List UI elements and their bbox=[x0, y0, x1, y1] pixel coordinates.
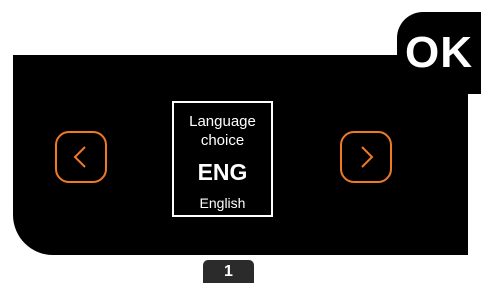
page-indicator: 1 bbox=[203, 260, 254, 283]
language-name: English bbox=[199, 195, 246, 211]
chevron-right-icon bbox=[361, 146, 374, 168]
language-choice-panel: Language choice ENG English bbox=[172, 101, 273, 217]
previous-language-button[interactable] bbox=[55, 131, 107, 183]
language-choice-title: Language choice bbox=[189, 113, 256, 149]
ok-button[interactable]: OK bbox=[397, 12, 481, 94]
next-language-button[interactable] bbox=[340, 131, 392, 183]
page-number: 1 bbox=[224, 262, 233, 280]
ok-button-label: OK bbox=[405, 28, 473, 77]
chevron-left-icon bbox=[73, 146, 86, 168]
language-code: ENG bbox=[197, 159, 248, 185]
